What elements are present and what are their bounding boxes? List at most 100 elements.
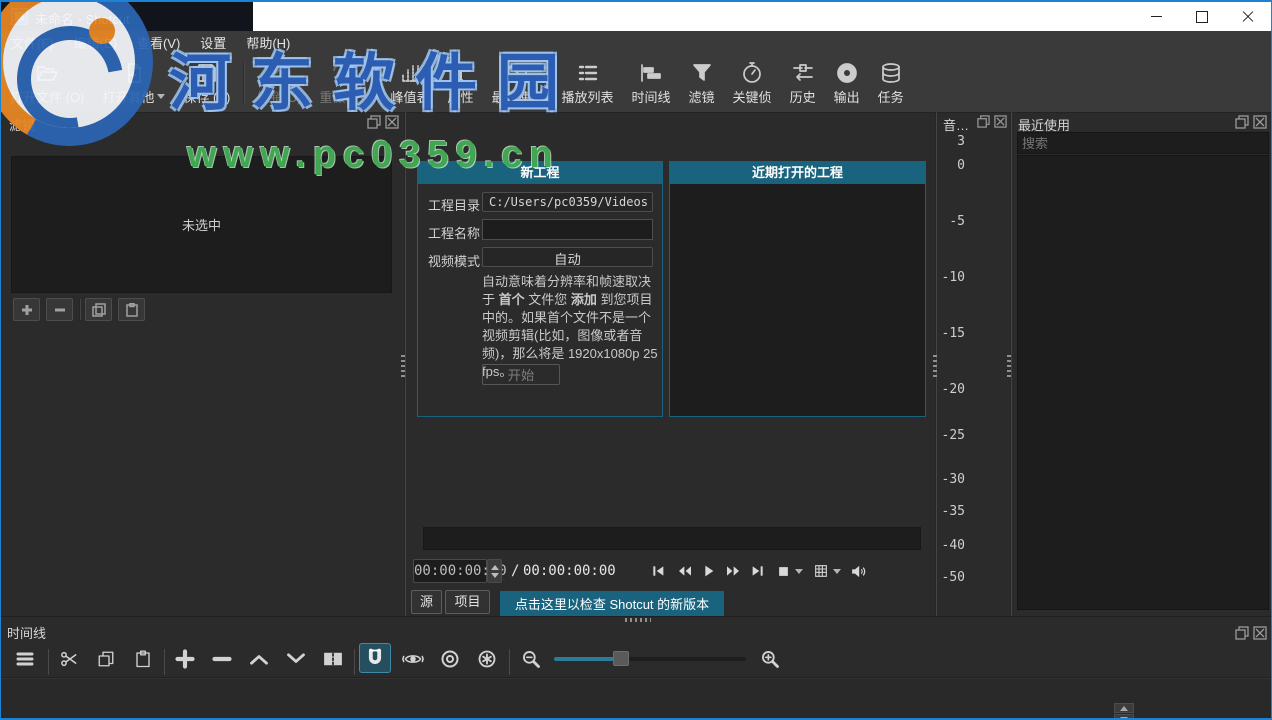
paste-filters-button[interactable] (118, 298, 145, 321)
splitter-left-handle[interactable] (401, 355, 405, 379)
stack-icon (879, 61, 903, 85)
ripple-toggle-button[interactable] (434, 644, 466, 674)
splitter-meter-right-handle[interactable] (1007, 355, 1011, 379)
spin-up-icon[interactable] (491, 565, 499, 570)
levels-icon (398, 61, 422, 85)
menu-settings[interactable]: 设置 (190, 30, 236, 55)
timecode-field[interactable]: 00:00:00:00 (413, 559, 487, 583)
update-notice-button[interactable]: 点击这里以检查 Shotcut 的新版本 (500, 591, 724, 616)
scroll-up-icon (1120, 706, 1128, 711)
timecode-spinner[interactable] (487, 559, 502, 583)
main-area: 滤镜 未选中 (1, 112, 1271, 616)
menu-help[interactable]: 帮助(H) (236, 30, 300, 55)
video-mode-button[interactable]: 自动 (482, 247, 653, 267)
timeline-icon (639, 61, 663, 85)
chevron-down-icon (286, 652, 306, 666)
copy-filters-button[interactable] (85, 298, 112, 321)
lift-button[interactable] (243, 644, 275, 674)
jobs-button[interactable]: 任务 (869, 57, 913, 110)
peak-meter-button[interactable]: 峰值表 (381, 57, 438, 110)
menubar: 文件(F) 编辑(E) 查看(V) 设置 帮助(H) (1, 31, 1271, 55)
undo-button[interactable]: ↶ 撤销(U) (248, 57, 310, 110)
ripple-delete-button[interactable] (206, 644, 238, 674)
menu-view[interactable]: 查看(V) (127, 30, 190, 55)
redo-button[interactable]: ↷ 重做(R) (310, 57, 372, 110)
maximize-icon (1196, 11, 1208, 23)
fast-forward-button[interactable] (721, 560, 745, 582)
menu-file[interactable]: 文件(F) (1, 30, 64, 55)
volume-button[interactable] (847, 560, 869, 582)
redo-icon: ↷ (332, 61, 350, 85)
export-button[interactable]: 输出 (825, 57, 869, 110)
start-button[interactable]: 开始 (482, 364, 560, 385)
timeline-button[interactable]: 时间线 (623, 57, 680, 110)
float-panel-icon[interactable] (977, 115, 990, 131)
add-filter-button[interactable] (13, 298, 40, 321)
ripple-all-tracks-button[interactable] (471, 644, 503, 674)
open-folder-icon (35, 61, 59, 85)
timeline-zoom-slider-handle[interactable] (613, 651, 629, 666)
remove-filter-button[interactable] (46, 298, 73, 321)
split-button[interactable] (317, 644, 349, 674)
properties-button[interactable]: i 属性 (438, 57, 482, 110)
scrub-while-dragging-button[interactable] (397, 644, 429, 674)
project-dir-button[interactable]: C:/Users/pc0359/Videos (482, 192, 653, 212)
timeline-menu-button[interactable] (9, 644, 41, 674)
close-icon (1242, 11, 1254, 23)
plus-icon (20, 303, 34, 317)
paste-icon (134, 650, 152, 668)
close-panel-icon[interactable] (994, 115, 1007, 131)
cut-button[interactable] (53, 644, 85, 674)
zoom-in-button[interactable] (754, 644, 786, 674)
seek-bar[interactable] (423, 527, 921, 550)
float-panel-icon[interactable] (1235, 115, 1249, 132)
spin-down-icon[interactable] (491, 573, 499, 578)
magnet-icon (365, 648, 385, 668)
recent-button[interactable]: 最近使用 (482, 57, 552, 110)
play-button[interactable] (697, 560, 719, 582)
project-name-input[interactable] (482, 219, 653, 240)
timeline-scroll-down-button[interactable] (1114, 714, 1134, 720)
close-panel-icon[interactable] (385, 115, 399, 132)
copy-button[interactable] (90, 644, 122, 674)
shotcut-window: 未命名 - Shotcut 文件(F) 编辑(E) 查看(V) 设置 帮助(H)… (0, 0, 1272, 720)
zoom-menu-caret-icon[interactable] (795, 569, 803, 574)
recent-search-input[interactable] (1017, 132, 1269, 154)
float-panel-icon[interactable] (367, 115, 381, 132)
hamburger-icon (16, 651, 34, 667)
grid-menu-caret-icon[interactable] (833, 569, 841, 574)
zoom-fit-button[interactable] (773, 560, 793, 582)
open-file-button[interactable]: 打开文件 (O) (1, 57, 93, 110)
minimize-button[interactable] (1133, 2, 1179, 31)
playlist-button[interactable]: 播放列表 (553, 57, 623, 110)
menu-edit[interactable]: 编辑(E) (64, 30, 127, 55)
close-panel-icon[interactable] (1253, 115, 1267, 132)
open-other-button[interactable]: 打开其他 (93, 57, 174, 110)
save-button[interactable]: 保存 (S) (174, 57, 239, 110)
scissors-icon (59, 649, 79, 669)
maximize-button[interactable] (1179, 2, 1225, 31)
timeline-scroll-up-button[interactable] (1114, 703, 1134, 713)
recent-projects-list[interactable] (670, 184, 925, 416)
target-icon (440, 649, 460, 669)
tab-source[interactable]: 源 (411, 590, 442, 614)
recent-files-list[interactable] (1017, 155, 1269, 610)
history-button[interactable]: 历史 (781, 57, 825, 110)
timeline-tracks-area[interactable] (1, 678, 1271, 720)
info-icon: i (458, 61, 464, 85)
snap-toggle-button[interactable] (359, 643, 391, 673)
zoom-out-button[interactable] (515, 644, 547, 674)
keyframes-button[interactable]: 关键侦 (724, 57, 781, 110)
project-dir-label: 工程目录 (428, 195, 480, 214)
rewind-button[interactable] (673, 560, 697, 582)
overwrite-button[interactable] (280, 644, 312, 674)
filters-button[interactable]: 滤镜 (680, 57, 724, 110)
append-button[interactable] (169, 644, 201, 674)
skip-start-button[interactable] (647, 560, 669, 582)
grid-button[interactable] (811, 560, 831, 582)
meter-scale: 3 0 -5 -10 -15 -20 -25 -30 -35 -40 -50 (937, 112, 971, 616)
tab-project[interactable]: 项目 (445, 590, 490, 614)
close-button[interactable] (1225, 2, 1271, 31)
skip-end-button[interactable] (747, 560, 769, 582)
paste-button[interactable] (127, 644, 159, 674)
